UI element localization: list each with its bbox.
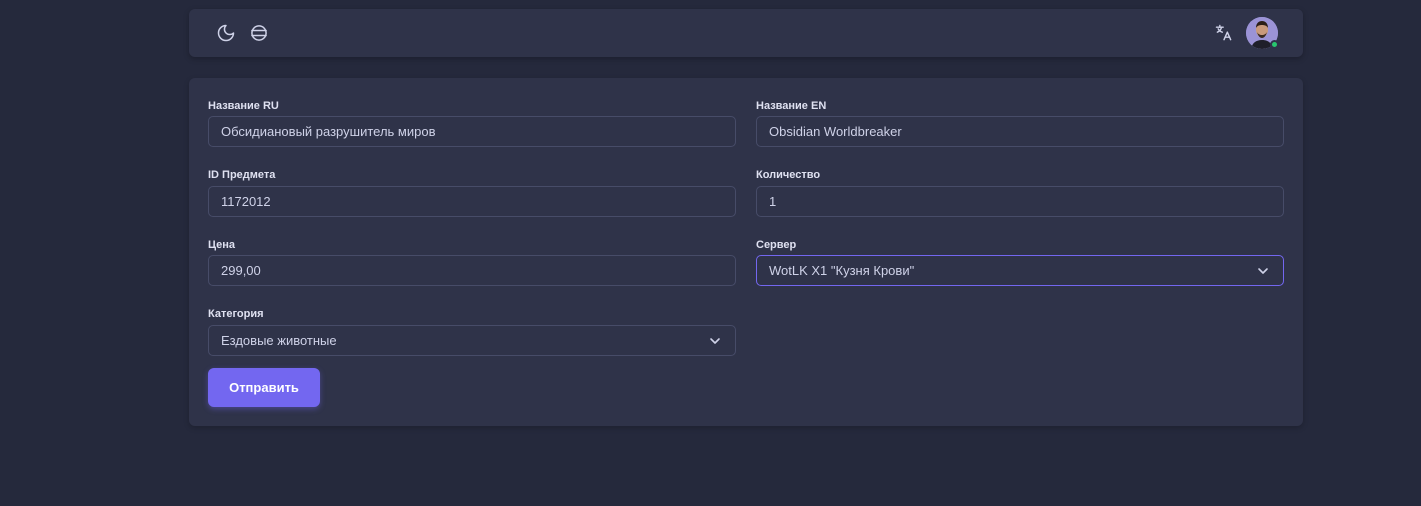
- moon-icon[interactable]: [215, 22, 237, 44]
- price-label: Цена: [208, 239, 236, 251]
- chevron-down-icon: [710, 338, 720, 344]
- user-avatar[interactable]: [1246, 17, 1279, 49]
- server-value: WotLK X1 "Кузня Крови": [769, 263, 915, 278]
- name-ru-label: Название RU: [208, 100, 279, 112]
- globe-icon[interactable]: [248, 22, 270, 44]
- item-form-card: Название RU Обсидиановый разрушитель мир…: [189, 78, 1303, 426]
- name-en-value: Obsidian Worldbreaker: [769, 124, 902, 139]
- name-ru-value: Обсидиановый разрушитель миров: [221, 124, 436, 139]
- category-label: Категория: [208, 308, 264, 320]
- name-ru-input[interactable]: Обсидиановый разрушитель миров: [208, 116, 736, 147]
- translate-icon[interactable]: [1213, 22, 1235, 44]
- quantity-value: 1: [769, 194, 777, 209]
- server-select[interactable]: WotLK X1 "Кузня Крови": [756, 255, 1284, 286]
- name-en-label: Название EN: [756, 100, 827, 112]
- online-status-dot: [1270, 40, 1279, 49]
- chevron-down-icon: [1258, 268, 1268, 274]
- item-id-value: 1172012: [221, 194, 271, 209]
- top-navbar: [189, 9, 1303, 57]
- quantity-input[interactable]: 1: [756, 186, 1284, 217]
- item-id-input[interactable]: 1172012: [208, 186, 736, 217]
- price-input[interactable]: 299,00: [208, 255, 736, 286]
- price-value: 299,00: [221, 263, 261, 278]
- category-select[interactable]: Ездовые животные: [208, 325, 736, 356]
- submit-button[interactable]: Отправить: [208, 368, 320, 407]
- quantity-label: Количество: [756, 169, 821, 181]
- server-label: Сервер: [756, 239, 797, 251]
- item-id-label: ID Предмета: [208, 169, 276, 181]
- name-en-input[interactable]: Obsidian Worldbreaker: [756, 116, 1284, 147]
- category-value: Ездовые животные: [221, 333, 337, 348]
